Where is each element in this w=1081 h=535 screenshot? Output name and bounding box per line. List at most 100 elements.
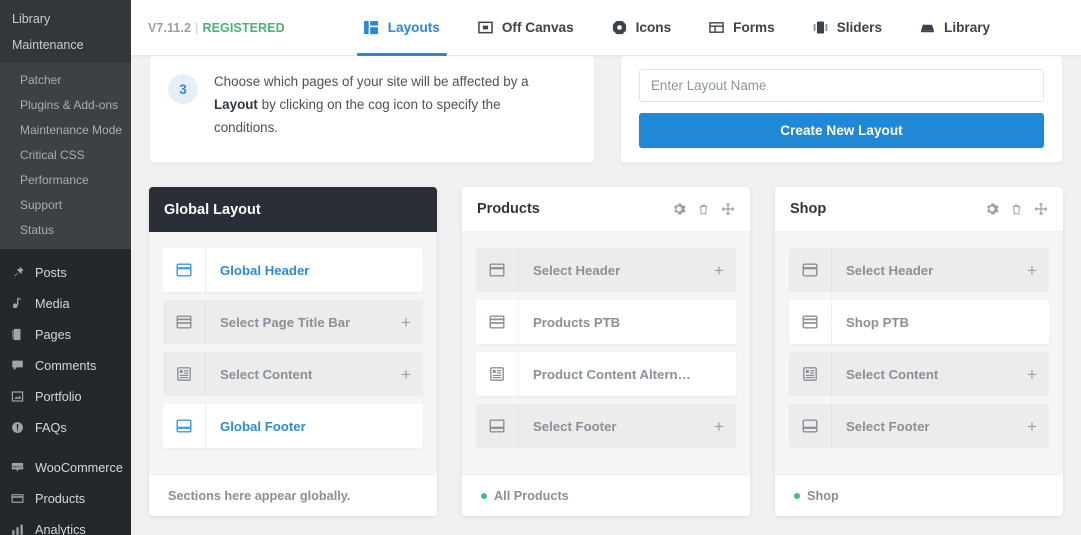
tab-label: Off Canvas [502,20,574,35]
sidebar-item-analytics[interactable]: Analytics [0,514,131,535]
sidebar-item-support[interactable]: Support [0,192,131,217]
layout-card-products: Products [462,187,750,516]
sidebar-item-portfolio[interactable]: Portfolio [0,381,131,412]
add-section-icon[interactable]: + [702,262,736,279]
layout-card-header: Global Layout [149,187,437,232]
move-icon[interactable] [1034,202,1048,216]
add-section-icon[interactable]: + [389,366,423,383]
layout-card-footer: All Products [462,474,750,516]
layout-row-footer[interactable]: Select Footer + [789,404,1049,448]
layout-row-content[interactable]: Select Content + [789,352,1049,396]
sliders-icon [813,20,828,35]
gear-icon[interactable] [672,202,686,216]
sidebar-item-maintenance-mode[interactable]: Maintenance Mode [0,117,131,142]
layout-name-input[interactable] [639,69,1044,102]
sidebar-item-label: Portfolio [35,390,82,404]
layout-row-global-footer[interactable]: Global Footer [163,404,423,448]
trash-icon[interactable] [697,203,710,216]
pages-icon [9,326,26,343]
sidebar-top-group: Library Maintenance [0,0,131,63]
sidebar-item-faqs[interactable]: FAQs [0,412,131,443]
add-section-icon[interactable]: + [1015,262,1049,279]
analytics-icon [9,521,26,535]
sidebar-item-woocommerce[interactable]: WOO WooCommerce [0,452,131,483]
svg-text:WOO: WOO [13,464,23,469]
layout-row-page-title-bar[interactable]: Select Page Title Bar + [163,300,423,344]
tab-sliders[interactable]: Sliders [794,0,901,56]
layout-card-title: Global Layout [164,202,261,218]
plugin-tabbar: V7.11.2|REGISTERED Layouts Off Canvas [131,0,1081,56]
sidebar-item-pages[interactable]: Pages [0,319,131,350]
layout-row-content[interactable]: Product Content Altern… [476,352,736,396]
tab-layouts[interactable]: Layouts [345,0,459,56]
sidebar-item-patcher[interactable]: Patcher [0,67,131,92]
tab-forms[interactable]: Forms [690,0,794,56]
add-section-icon[interactable]: + [1015,366,1049,383]
layout-card-footer-text: All Products [494,489,569,503]
layout-row-label: Global Footer [206,419,389,434]
header-icon [476,248,519,292]
sidebar-item-media[interactable]: Media [0,288,131,319]
step-description: Choose which pages of your site will be … [214,70,549,162]
layout-row-label: Select Content [206,367,389,382]
move-icon[interactable] [721,202,735,216]
comment-icon [9,357,26,374]
layout-row-label: Global Header [206,263,389,278]
step-number-badge: 3 [168,74,198,104]
woocommerce-icon: WOO [9,459,26,476]
pin-icon [9,264,26,281]
sidebar-item-products[interactable]: Products [0,483,131,514]
layout-row-label: Shop PTB [832,315,1015,330]
add-section-icon[interactable]: + [1015,418,1049,435]
sidebar-item-status[interactable]: Status [0,217,131,242]
sidebar-item-comments[interactable]: Comments [0,350,131,381]
ptb-icon [476,300,519,344]
sidebar-item-posts[interactable]: Posts [0,257,131,288]
footer-icon [163,404,206,448]
layout-row-page-title-bar[interactable]: Products PTB [476,300,736,344]
step-text-after: by clicking on the cog icon to specify t… [214,97,501,135]
tab-library[interactable]: Library [901,0,1009,56]
sidebar-item-plugins-addons[interactable]: Plugins & Add-ons [0,92,131,117]
products-icon [9,490,26,507]
create-new-layout-button[interactable]: Create New Layout [639,113,1044,148]
layout-card-footer: Shop [775,474,1063,516]
content-icon [789,352,832,396]
tab-icons[interactable]: Icons [593,0,691,56]
gear-icon[interactable] [985,202,999,216]
sidebar-item-performance[interactable]: Performance [0,167,131,192]
layout-card-actions [985,202,1048,216]
sidebar-item-library[interactable]: Library [0,6,131,32]
footer-icon [789,404,832,448]
trash-icon[interactable] [1010,203,1023,216]
sidebar-item-label: FAQs [35,421,67,435]
layout-row-label: Select Footer [832,419,1015,434]
forms-icon [709,20,724,35]
tab-off-canvas[interactable]: Off Canvas [459,0,593,56]
layout-card-footer-text: Sections here appear globally. [168,489,350,503]
onboarding-step-card: 3 Choose which pages of your site will b… [149,55,595,163]
add-section-icon[interactable]: + [702,418,736,435]
registration-status: REGISTERED [202,21,284,35]
add-section-icon[interactable]: + [389,314,423,331]
version-separator: | [195,21,198,35]
layout-row-page-title-bar[interactable]: Shop PTB [789,300,1049,344]
layout-row-footer[interactable]: Select Footer + [476,404,736,448]
layout-row-header[interactable]: Select Header + [476,248,736,292]
content-icon [163,352,206,396]
status-dot-icon [481,493,487,499]
library-icon [920,20,935,35]
status-dot-icon [794,493,800,499]
sidebar-item-critical-css[interactable]: Critical CSS [0,142,131,167]
layout-row-label: Product Content Altern… [519,367,702,382]
layout-row-label: Select Content [832,367,1015,382]
layout-row-header[interactable]: Select Header + [789,248,1049,292]
sidebar-divider [0,443,131,452]
ptb-icon [789,300,832,344]
layout-row-content[interactable]: Select Content + [163,352,423,396]
layout-row-global-header[interactable]: Global Header [163,248,423,292]
faq-icon [9,419,26,436]
wordpress-admin-screen: Library Maintenance Patcher Plugins & Ad… [0,0,1081,535]
sidebar-item-maintenance[interactable]: Maintenance [0,32,131,58]
sidebar-item-label: Analytics [35,523,86,535]
